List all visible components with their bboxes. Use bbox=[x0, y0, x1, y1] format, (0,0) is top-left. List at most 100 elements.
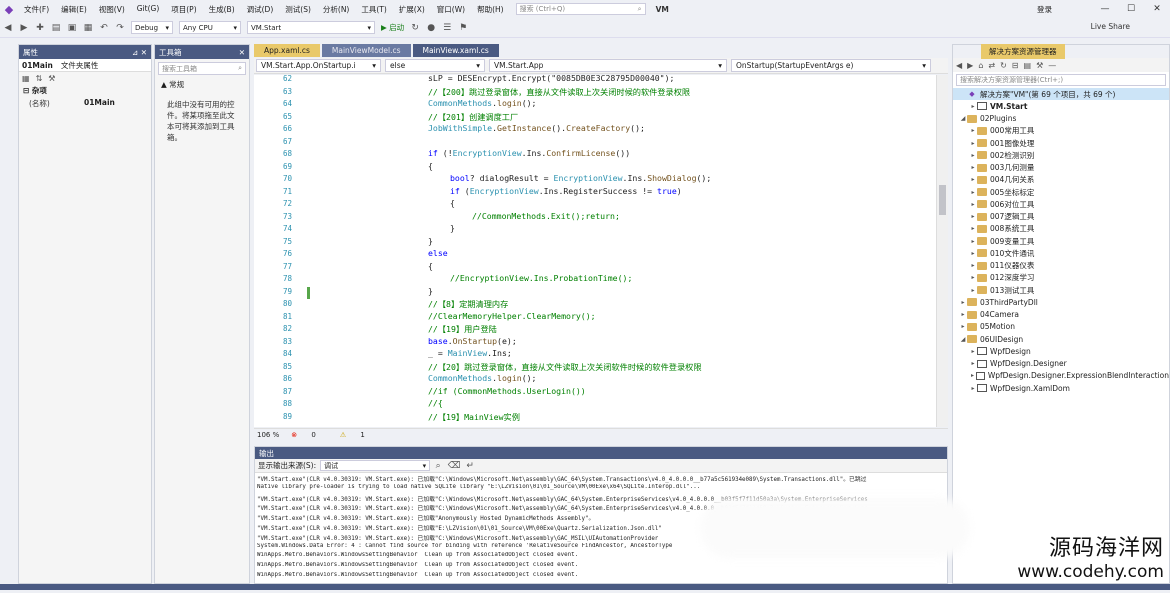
collapsed-arrow-icon[interactable]: ▸ bbox=[969, 176, 977, 183]
sign-in-link[interactable]: 登录 bbox=[1037, 4, 1052, 15]
redo-icon[interactable]: ↷ bbox=[113, 21, 127, 35]
comment-icon[interactable]: ☰ bbox=[440, 21, 454, 35]
tree-item[interactable]: ▸003几何测量 bbox=[953, 162, 1169, 174]
code-line[interactable]: 64CommonMethods.login(); bbox=[254, 98, 934, 111]
config-select[interactable]: Debug▾ bbox=[131, 21, 173, 34]
code-line[interactable]: 83base.OnStartup(e); bbox=[254, 336, 934, 349]
new-item-icon[interactable]: ✚ bbox=[33, 21, 47, 35]
start-button[interactable]: ▶ 启动 bbox=[381, 22, 404, 33]
expanded-arrow-icon[interactable]: ◢ bbox=[959, 336, 967, 343]
collapsed-arrow-icon[interactable]: ▸ bbox=[969, 225, 977, 232]
properties-icon[interactable]: ⚒ bbox=[1036, 61, 1043, 70]
error-count[interactable]: ⊗ 0 bbox=[291, 431, 328, 439]
tree-item[interactable]: ▸002检测识别 bbox=[953, 149, 1169, 161]
tree-item[interactable]: ▸001图像处理 bbox=[953, 137, 1169, 149]
scrollbar-thumb[interactable] bbox=[939, 185, 946, 215]
code-line[interactable]: 68if (!EncryptionView.Ins.ConfirmLicense… bbox=[254, 148, 934, 161]
menu-item[interactable]: 扩展(X) bbox=[393, 4, 431, 15]
code-line[interactable]: 70bool? dialogResult = EncryptionView.In… bbox=[254, 173, 934, 186]
collapsed-arrow-icon[interactable]: ▸ bbox=[969, 348, 977, 355]
save-icon[interactable]: ▣ bbox=[65, 21, 79, 35]
warning-count[interactable]: ⚠ 1 bbox=[340, 431, 377, 439]
clear-all-icon[interactable]: ⌫ bbox=[447, 459, 461, 473]
menu-item[interactable]: 编辑(E) bbox=[55, 4, 93, 15]
member-nav-select[interactable]: OnStartup(StartupEventArgs e)▾ bbox=[731, 59, 931, 72]
code-line[interactable]: 81//ClearMemoryHelper.ClearMemory(); bbox=[254, 311, 934, 324]
tree-item[interactable]: ▸000常用工具 bbox=[953, 125, 1169, 137]
collapsed-arrow-icon[interactable]: ▸ bbox=[969, 262, 977, 269]
properties-row[interactable]: (名称) 01Main bbox=[19, 97, 151, 110]
collapsed-arrow-icon[interactable]: ▸ bbox=[969, 103, 977, 110]
forward-icon[interactable]: ▶ bbox=[17, 21, 31, 35]
code-line[interactable]: 69{ bbox=[254, 161, 934, 174]
tree-item[interactable]: ▸007逻辑工具 bbox=[953, 211, 1169, 223]
code-line[interactable]: 72{ bbox=[254, 198, 934, 211]
tree-item[interactable]: ▸009变量工具 bbox=[953, 235, 1169, 247]
menu-item[interactable]: 工具(T) bbox=[355, 4, 392, 15]
code-line[interactable]: 79} bbox=[254, 286, 934, 299]
pin-icon[interactable]: ⊿ ✕ bbox=[132, 48, 147, 57]
live-share-button[interactable]: Live Share bbox=[1091, 22, 1130, 31]
menu-item[interactable]: Git(G) bbox=[131, 4, 166, 15]
code-line[interactable]: 80//【8】定期清理内存 bbox=[254, 298, 934, 311]
menu-item[interactable]: 项目(P) bbox=[165, 4, 202, 15]
tree-item[interactable]: ▸004几何关系 bbox=[953, 174, 1169, 186]
collapsed-arrow-icon[interactable]: ▸ bbox=[959, 311, 967, 318]
code-line[interactable]: 67 bbox=[254, 136, 934, 149]
menu-item[interactable]: 调试(D) bbox=[241, 4, 280, 15]
bookmark-icon[interactable]: ⚑ bbox=[456, 21, 470, 35]
scope-nav-select[interactable]: else▾ bbox=[385, 59, 485, 72]
code-line[interactable]: 85//【20】跳过登录窗体，直接从文件读取上次关闭软件时候的软件登录权限 bbox=[254, 361, 934, 374]
code-line[interactable]: 76else bbox=[254, 248, 934, 261]
code-line[interactable]: 73//CommonMethods.Exit();return; bbox=[254, 211, 934, 224]
collapsed-arrow-icon[interactable]: ▸ bbox=[969, 287, 977, 294]
open-icon[interactable]: ▤ bbox=[49, 21, 63, 35]
sync-icon[interactable]: ⇄ bbox=[988, 61, 995, 70]
tree-item[interactable]: ▸WpfDesign.XamlDom bbox=[953, 382, 1169, 394]
menu-item[interactable]: 视图(V) bbox=[93, 4, 131, 15]
document-tab[interactable]: MainViewModel.cs bbox=[322, 44, 411, 57]
tree-item[interactable]: ◢06UIDesign bbox=[953, 333, 1169, 345]
code-line[interactable]: 66JobWithSimple.GetInstance().CreateFact… bbox=[254, 123, 934, 136]
project-nav-select[interactable]: VM.Start.App.OnStartup.i▾ bbox=[256, 59, 381, 72]
solution-search-input[interactable]: 搜索解决方案资源管理器(Ctrl+;) bbox=[956, 74, 1166, 86]
menu-item[interactable]: 分析(N) bbox=[317, 4, 355, 15]
close-icon[interactable]: ✕ bbox=[1144, 4, 1170, 14]
collapsed-arrow-icon[interactable]: ▸ bbox=[969, 201, 977, 208]
code-line[interactable]: 77{ bbox=[254, 261, 934, 274]
collapsed-arrow-icon[interactable]: ▸ bbox=[959, 299, 967, 306]
collapse-all-icon[interactable]: ⊟ bbox=[1012, 61, 1019, 70]
output-source-select[interactable]: 调试▾ bbox=[320, 460, 430, 471]
properties-category[interactable]: ⊟ 杂项 bbox=[19, 84, 151, 97]
tree-item[interactable]: ▸05Motion bbox=[953, 321, 1169, 333]
collapsed-arrow-icon[interactable]: ▸ bbox=[969, 127, 977, 134]
code-editor[interactable]: 62sLP = DESEncrypt.Encrypt("0085DB0E3C28… bbox=[254, 75, 948, 427]
tree-item[interactable]: ▸008系统工具 bbox=[953, 223, 1169, 235]
word-wrap-icon[interactable]: ↵ bbox=[463, 459, 477, 473]
menu-item[interactable]: 测试(S) bbox=[279, 4, 317, 15]
collapsed-arrow-icon[interactable]: ▸ bbox=[969, 152, 977, 159]
properties-object-header[interactable]: 01Main 文件夹属性 bbox=[19, 59, 151, 72]
search-box[interactable]: 搜索 (Ctrl+Q) ⌕ bbox=[516, 3, 646, 15]
menu-item[interactable]: 帮助(H) bbox=[471, 4, 510, 15]
tree-item[interactable]: ▸WpfDesign.Designer bbox=[953, 358, 1169, 370]
code-line[interactable]: 88//{ bbox=[254, 398, 934, 411]
code-line[interactable]: 62sLP = DESEncrypt.Encrypt("0085DB0E3C28… bbox=[254, 75, 934, 86]
collapsed-arrow-icon[interactable]: ▸ bbox=[969, 213, 977, 220]
menu-item[interactable]: 窗口(W) bbox=[431, 4, 471, 15]
collapsed-arrow-icon[interactable]: ▸ bbox=[969, 250, 977, 257]
wrench-icon[interactable]: ⚒ bbox=[48, 74, 55, 83]
refresh-icon[interactable]: ↻ bbox=[1000, 61, 1007, 70]
platform-select[interactable]: Any CPU▾ bbox=[179, 21, 241, 34]
back-icon[interactable]: ◀ bbox=[956, 61, 962, 70]
collapsed-arrow-icon[interactable]: ▸ bbox=[959, 323, 967, 330]
maximize-icon[interactable]: ☐ bbox=[1118, 4, 1144, 14]
code-line[interactable]: 86CommonMethods.login(); bbox=[254, 373, 934, 386]
collapsed-arrow-icon[interactable]: ▸ bbox=[969, 140, 977, 147]
code-line[interactable]: 71if (EncryptionView.Ins.RegisterSuccess… bbox=[254, 186, 934, 199]
alphabetical-icon[interactable]: ⇅ bbox=[36, 74, 43, 83]
tree-item[interactable]: ▸005坐标标定 bbox=[953, 186, 1169, 198]
forward-icon[interactable]: ▶ bbox=[967, 61, 973, 70]
home-icon[interactable]: ⌂ bbox=[978, 61, 983, 70]
tree-item[interactable]: ▸006对位工具 bbox=[953, 198, 1169, 210]
